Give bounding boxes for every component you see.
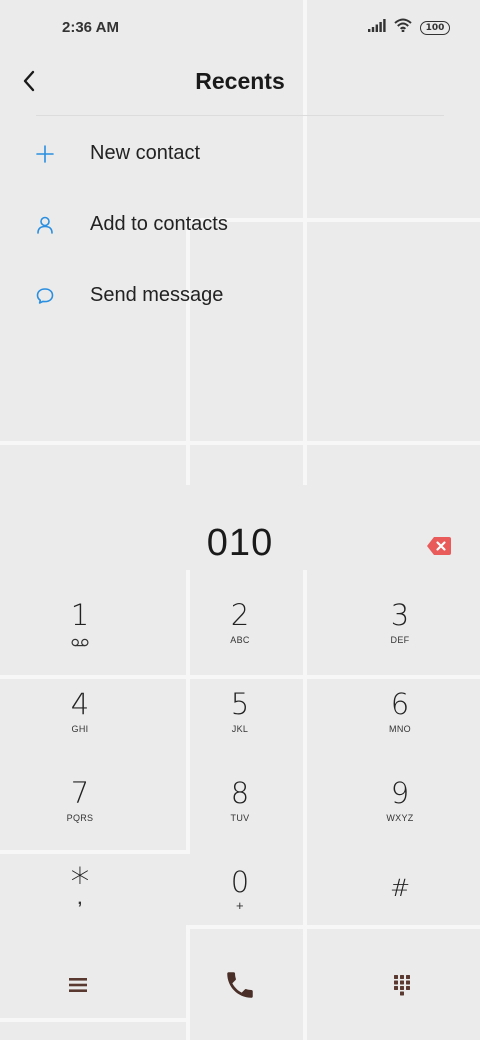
add-to-contacts-label: Add to contacts — [90, 213, 228, 235]
backspace-button[interactable] — [426, 536, 452, 556]
battery-icon: 100 — [420, 20, 450, 35]
call-button[interactable] — [210, 962, 270, 1012]
dialpad-toggle-button[interactable] — [372, 962, 432, 1012]
wifi-icon — [394, 18, 412, 37]
dialpad-icon — [393, 974, 411, 1001]
key-letters: TUV — [230, 813, 250, 823]
header: Recents — [0, 56, 480, 114]
key-letters: JKL — [231, 724, 249, 734]
key-letters: ABC — [230, 635, 250, 645]
new-contact-item[interactable]: New contact — [0, 118, 480, 189]
key-digit: 2 — [230, 598, 250, 632]
divider — [36, 115, 444, 116]
bottom-bar — [0, 940, 480, 1040]
status-icons: 100 — [368, 18, 450, 37]
key-digit: 6 — [390, 687, 410, 721]
key-digit: 4 — [70, 687, 90, 721]
status-bar: 2:36 AM 100 — [0, 0, 480, 56]
menu-icon — [68, 976, 88, 999]
voicemail-icon — [0, 634, 160, 652]
new-contact-label: New contact — [90, 142, 201, 164]
page-title: Recents — [195, 68, 285, 94]
key-digit: 3 — [390, 598, 410, 632]
key-digit: # — [389, 874, 411, 902]
key-star[interactable]: * , — [0, 837, 160, 926]
key-letters: PQRS — [66, 813, 94, 823]
key-letters: WXYZ — [386, 813, 414, 823]
key-digit: 9 — [390, 776, 410, 810]
key-7[interactable]: 7 PQRS — [0, 748, 160, 837]
key-digit: 1 — [70, 598, 90, 632]
plus-icon — [34, 143, 56, 165]
dialed-number: 010 — [206, 522, 274, 564]
key-digit: 5 — [230, 687, 250, 721]
person-icon — [34, 214, 56, 236]
send-message-item[interactable]: Send message — [0, 260, 480, 331]
message-bubble-icon — [34, 285, 56, 307]
key-letters: DEF — [390, 635, 410, 645]
menu-button[interactable] — [48, 962, 108, 1012]
key-digit: 8 — [230, 776, 250, 810]
key-letters: + — [236, 898, 244, 913]
backspace-icon — [426, 537, 452, 560]
key-2[interactable]: 2 ABC — [160, 570, 320, 659]
key-digit: 0 — [230, 865, 250, 899]
add-to-contacts-item[interactable]: Add to contacts — [0, 189, 480, 260]
key-5[interactable]: 5 JKL — [160, 659, 320, 748]
key-3[interactable]: 3 DEF — [320, 570, 480, 659]
key-0[interactable]: 0 + — [160, 837, 320, 926]
key-letters: , — [77, 891, 83, 908]
key-digit: 7 — [70, 776, 90, 810]
action-menu: New contact Add to contacts Send message — [0, 118, 480, 331]
key-9[interactable]: 9 WXYZ — [320, 748, 480, 837]
signal-icon — [368, 18, 386, 37]
key-8[interactable]: 8 TUV — [160, 748, 320, 837]
key-6[interactable]: 6 MNO — [320, 659, 480, 748]
background-line — [0, 441, 480, 445]
key-letters: GHI — [71, 724, 89, 734]
key-hash[interactable]: # — [320, 837, 480, 926]
status-time: 2:36 AM — [62, 19, 119, 36]
send-message-label: Send message — [90, 284, 224, 306]
key-4[interactable]: 4 GHI — [0, 659, 160, 748]
key-1[interactable]: 1 — [0, 570, 160, 659]
key-letters: MNO — [389, 724, 411, 734]
call-icon — [223, 968, 257, 1007]
